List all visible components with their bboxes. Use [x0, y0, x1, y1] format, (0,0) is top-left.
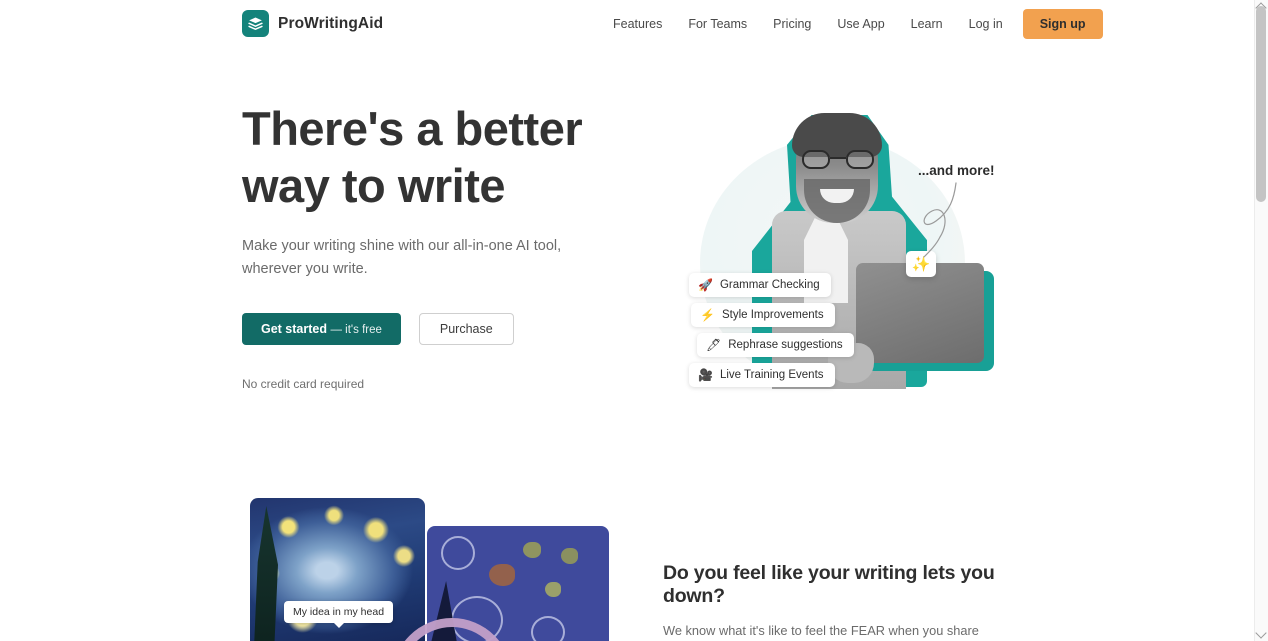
- feature-pill-label: Style Improvements: [721, 309, 824, 321]
- hero-subtitle: Make your writing shine with our all-in-…: [242, 238, 562, 277]
- section-title: Do you feel like your writing lets you d…: [663, 562, 995, 607]
- browser-viewport: ProWritingAid Features For Teams Pricing…: [0, 0, 1268, 641]
- section-copy: Do you feel like your writing lets you d…: [663, 562, 1023, 641]
- nav-item-use-app[interactable]: Use App: [824, 0, 897, 48]
- feature-pill-label: Live Training Events: [719, 369, 824, 381]
- brand-name: ProWritingAid: [278, 14, 384, 32]
- idea-vs-reality-illustration: My idea in my head: [242, 498, 622, 641]
- feature-pill-live-training-events: 🎥 Live Training Events: [689, 363, 835, 387]
- page-title: There's a better way to write: [242, 100, 642, 214]
- image-caption: My idea in my head: [284, 601, 394, 628]
- magic-wand-icon: 🖊: [706, 338, 722, 352]
- nav-item-pricing[interactable]: Pricing: [760, 0, 824, 48]
- get-started-suffix: — it's free: [330, 324, 382, 336]
- section-body: We know what it's like to feel the FEAR …: [663, 623, 979, 638]
- no-credit-card-note: No credit card required: [242, 377, 365, 391]
- get-started-button[interactable]: Get started — it's free: [242, 313, 401, 345]
- feature-pill-list: 🚀 Grammar Checking ⚡ Style Improvements …: [689, 273, 854, 387]
- lightning-bolt-icon: ⚡: [700, 308, 715, 322]
- video-camera-icon: 🎥: [698, 368, 713, 382]
- glasses-icon: [802, 150, 874, 169]
- prowritingaid-book-logo-icon: [242, 10, 269, 37]
- feature-pill-grammar-checking: 🚀 Grammar Checking: [689, 273, 831, 297]
- cypress-tree: [254, 506, 278, 641]
- laptop-icon: [856, 263, 984, 363]
- purchase-button[interactable]: Purchase: [418, 313, 514, 345]
- nav-item-for-teams[interactable]: For Teams: [675, 0, 760, 48]
- nav-item-learn[interactable]: Learn: [898, 0, 956, 48]
- hero-illustration: ✨ ...and more! 🚀 Grammar Checking ⚡ Styl…: [660, 103, 1020, 433]
- rocket-icon: 🚀: [698, 278, 713, 292]
- brand-logo-link[interactable]: ProWritingAid: [242, 10, 383, 37]
- get-started-label: Get started: [261, 322, 327, 336]
- feature-pill-label: Grammar Checking: [719, 279, 820, 291]
- hero-section: There's a better way to write Make your …: [0, 48, 1254, 488]
- feature-pill-style-improvements: ⚡ Style Improvements: [691, 303, 835, 327]
- main-navigation: Features For Teams Pricing Use App Learn…: [600, 0, 1103, 48]
- hand-drawn-arrow-icon: [923, 182, 957, 258]
- hero-title-line-2: way to write: [242, 159, 506, 212]
- feature-pill-label: Rephrase suggestions: [728, 339, 843, 351]
- page-scrollbar[interactable]: [1254, 0, 1268, 641]
- writing-lets-you-down-section: My idea in my head Do you feel like your…: [0, 488, 1254, 641]
- site-header: ProWritingAid Features For Teams Pricing…: [0, 0, 1254, 48]
- scrollbar-thumb[interactable]: [1256, 6, 1266, 202]
- nav-item-features[interactable]: Features: [600, 0, 675, 48]
- hero-cta-group: Get started — it's free Purchase: [242, 313, 642, 345]
- hero-title-line-1: There's a better: [242, 102, 583, 155]
- nav-item-login[interactable]: Log in: [956, 0, 1017, 48]
- hero-copy: There's a better way to write Make your …: [242, 100, 642, 391]
- scroll-down-arrow-icon[interactable]: [1255, 627, 1267, 639]
- feature-pill-rephrase-suggestions: 🖊 Rephrase suggestions: [697, 333, 854, 357]
- and-more-label: ...and more!: [918, 163, 995, 178]
- signup-button[interactable]: Sign up: [1022, 9, 1103, 39]
